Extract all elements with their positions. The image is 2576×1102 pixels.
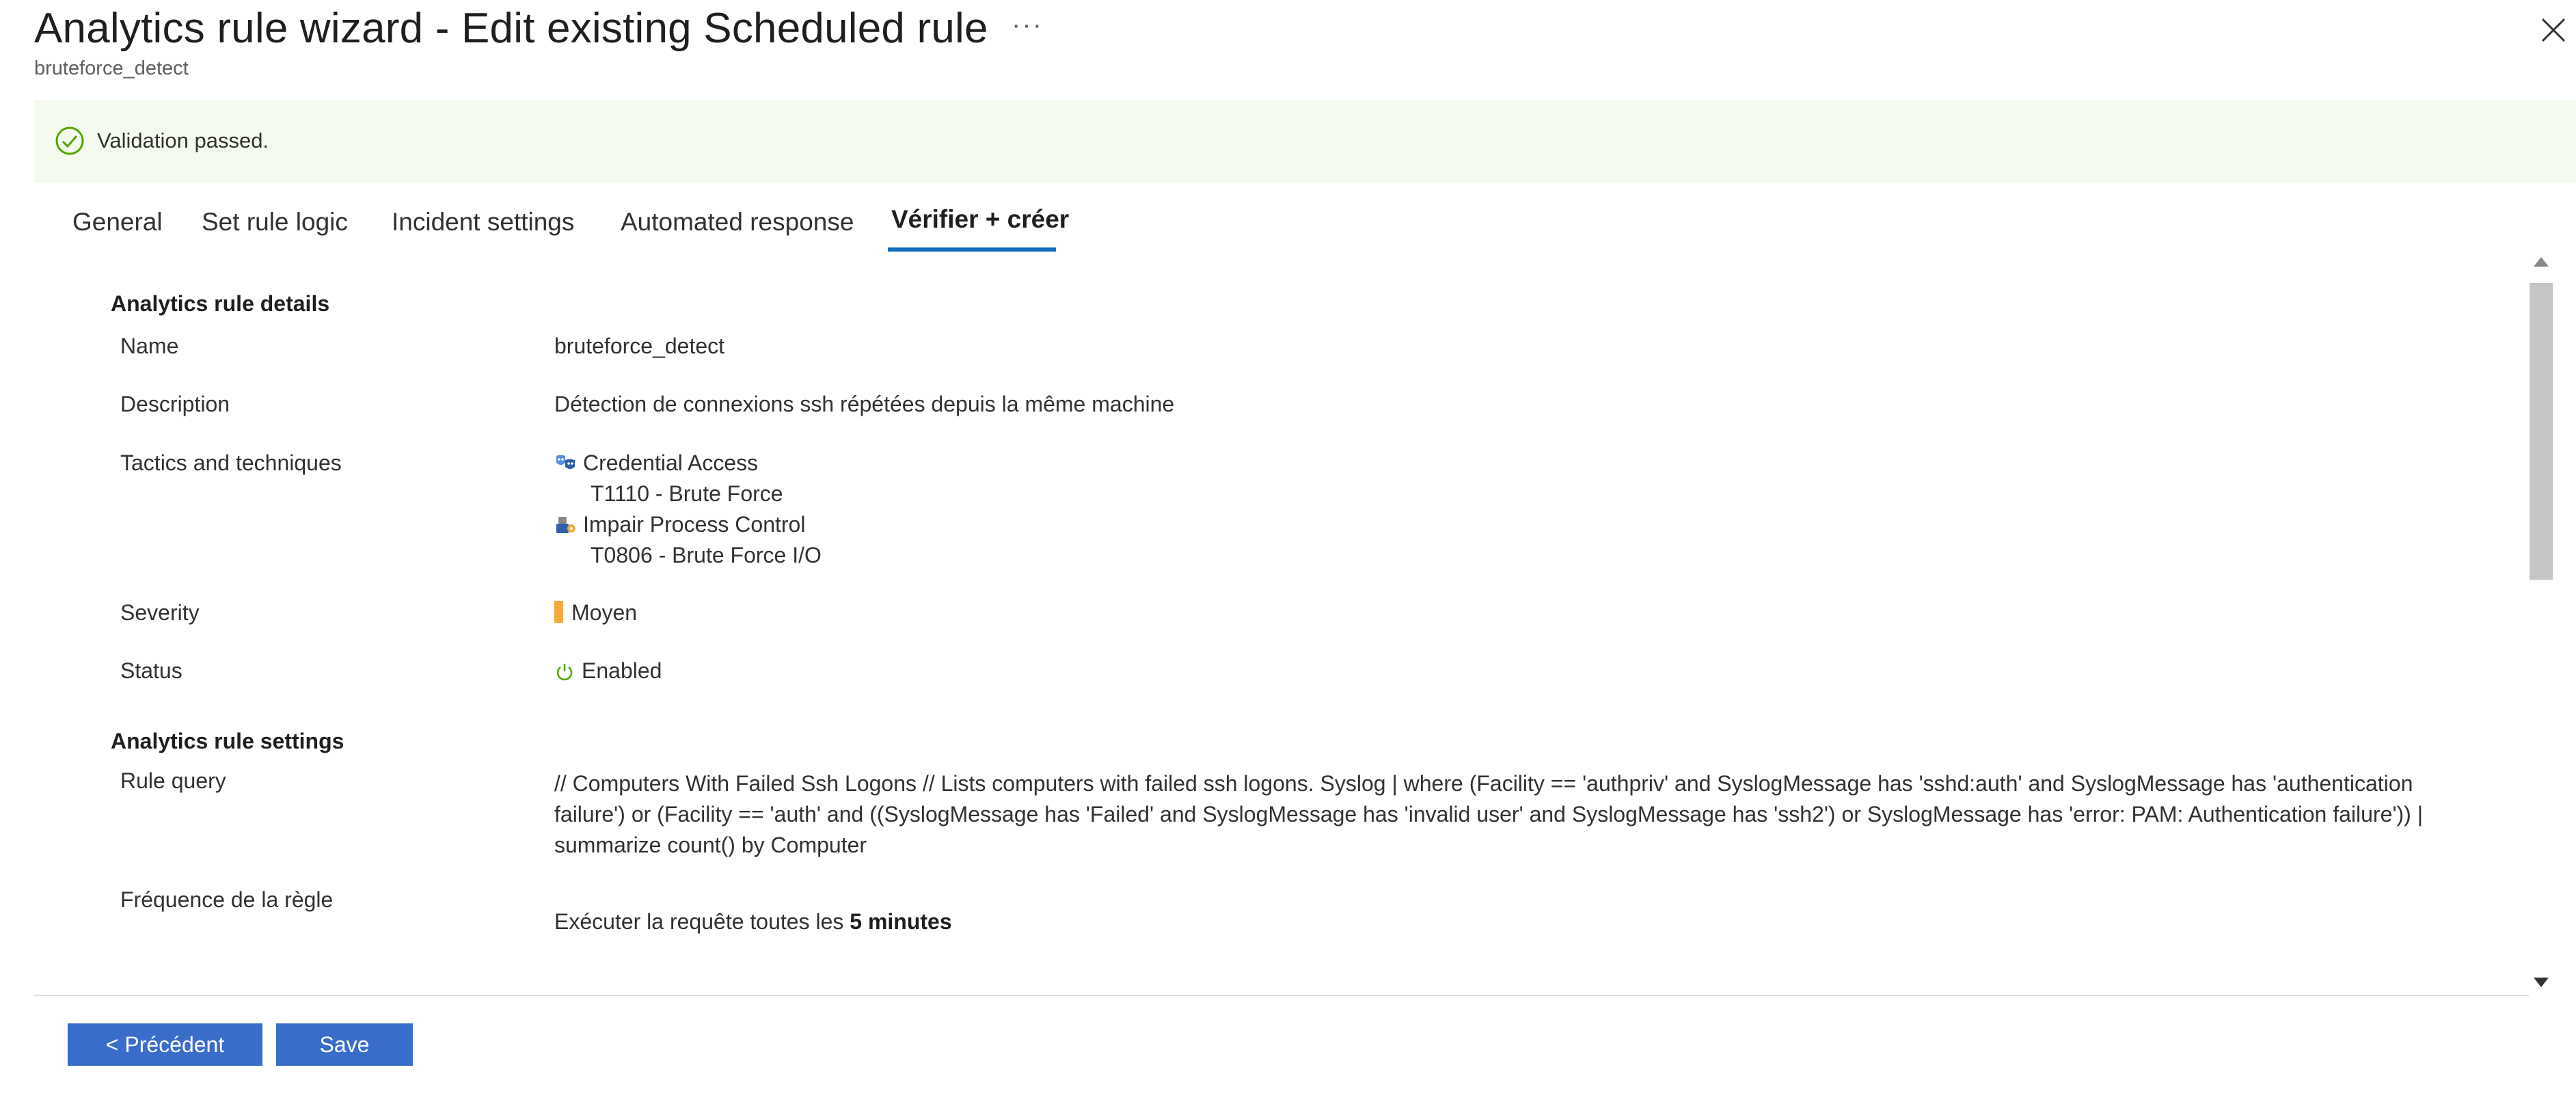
section-title-details: Analytics rule details: [111, 291, 330, 316]
more-options-button[interactable]: ···: [1012, 10, 1043, 40]
severity-label: Severity: [120, 600, 200, 625]
validation-banner: Validation passed.: [34, 100, 2576, 183]
impair-process-control-icon: [556, 517, 575, 533]
tab-automated-response[interactable]: Automated response: [621, 208, 854, 237]
technique-item: T1110 - Brute Force: [591, 481, 783, 506]
close-icon[interactable]: [2537, 14, 2570, 46]
credential-access-icon: [556, 455, 575, 469]
validation-message: Validation passed.: [97, 129, 269, 152]
footer-divider: [34, 995, 2529, 996]
rule-query-label: Rule query: [120, 768, 226, 793]
tactics-label: Tactics and techniques: [120, 451, 342, 475]
rule-query-value: // Computers With Failed Ssh Logons // L…: [554, 771, 2423, 857]
page-header: Analytics rule wizard - Edit existing Sc…: [34, 4, 988, 53]
name-value: bruteforce_detect: [554, 334, 725, 358]
active-tab-indicator: [888, 247, 1056, 252]
content-scrollbar[interactable]: [2528, 254, 2555, 993]
name-label: Name: [120, 334, 179, 358]
scroll-down-arrow-icon[interactable]: [2534, 978, 2549, 987]
review-content: Analytics rule details Name bruteforce_d…: [34, 254, 2529, 993]
tactic-name: Credential Access: [583, 451, 759, 475]
section-title-settings: Analytics rule settings: [111, 729, 344, 753]
status-value-row: Enabled: [554, 658, 662, 684]
tab-review-create[interactable]: Vérifier + créer: [891, 205, 1069, 234]
description-value: Détection de connexions ssh répétées dep…: [554, 392, 1175, 416]
save-button[interactable]: Save: [276, 1023, 413, 1066]
frequency-label: Fréquence de la règle: [120, 887, 334, 912]
page-title: Analytics rule wizard - Edit existing Sc…: [34, 5, 988, 52]
tactic-item: Credential Access: [554, 451, 758, 476]
power-icon: [556, 664, 573, 681]
tab-incident-settings[interactable]: Incident settings: [392, 208, 574, 237]
status-label: Status: [120, 658, 182, 683]
tab-general[interactable]: General: [72, 208, 163, 237]
status-value: Enabled: [582, 658, 662, 683]
severity-value: Moyen: [571, 600, 638, 625]
description-label: Description: [120, 392, 230, 416]
check-circle-icon: [55, 126, 84, 155]
tactic-name: Impair Process Control: [583, 512, 806, 537]
frequency-interval: 5 minutes: [850, 909, 952, 934]
frequency-value: Exécuter la requête toutes les 5 minutes: [554, 909, 952, 935]
tab-set-rule-logic[interactable]: Set rule logic: [202, 208, 348, 237]
rule-name-subtitle: bruteforce_detect: [34, 57, 189, 79]
severity-value-row: Moyen: [554, 600, 637, 626]
frequency-prefix: Exécuter la requête toutes les: [554, 909, 850, 934]
scroll-thumb[interactable]: [2530, 283, 2553, 580]
technique-item: T0806 - Brute Force I/O: [591, 543, 822, 567]
previous-button[interactable]: < Précédent: [68, 1023, 262, 1066]
scroll-up-arrow-icon[interactable]: [2534, 257, 2549, 267]
tactic-item: Impair Process Control: [554, 512, 805, 537]
severity-indicator: [554, 601, 563, 623]
